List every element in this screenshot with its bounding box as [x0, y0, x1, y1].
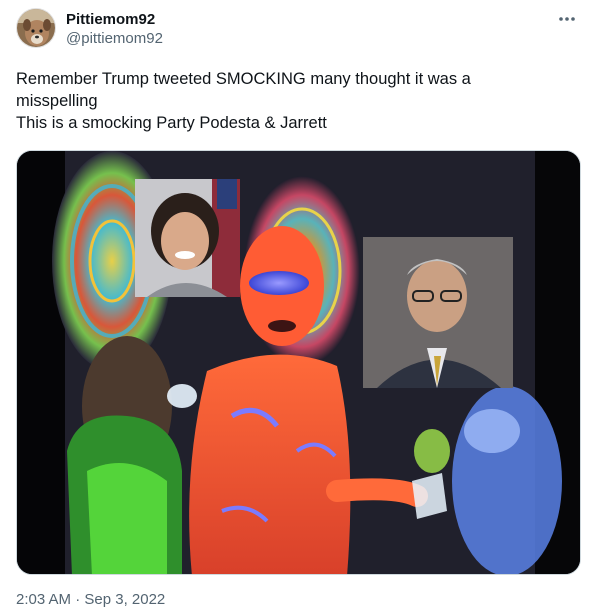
inset-photo-man: [363, 237, 513, 388]
dog-photo-avatar-icon: [17, 9, 55, 47]
tweet-text-line: This is a smocking Party Podesta & Jarre…: [16, 114, 327, 132]
inset-photo-woman: [135, 179, 240, 297]
party-photo-image: [17, 151, 580, 574]
tweet-text: Remember Trump tweeted SMOCKING many tho…: [16, 68, 581, 134]
more-horizontal-icon: [559, 17, 575, 21]
tweet-text-line: misspelling: [16, 92, 98, 110]
user-handle[interactable]: @pittiemom92: [66, 29, 163, 49]
tweet-text-line: Remember Trump tweeted SMOCKING many tho…: [16, 70, 471, 88]
author-names: Pittiemom92 @pittiemom92: [66, 10, 163, 49]
tweet-media-image[interactable]: [16, 150, 581, 575]
tweet: Pittiemom92 @pittiemom92 Remember Trump …: [0, 0, 597, 610]
display-name[interactable]: Pittiemom92: [66, 10, 163, 29]
more-options-button[interactable]: [553, 8, 581, 30]
tweet-timestamp[interactable]: 2:03 AM · Sep 3, 2022: [16, 591, 165, 609]
avatar[interactable]: [16, 8, 56, 48]
tweet-header: Pittiemom92 @pittiemom92: [16, 8, 581, 52]
